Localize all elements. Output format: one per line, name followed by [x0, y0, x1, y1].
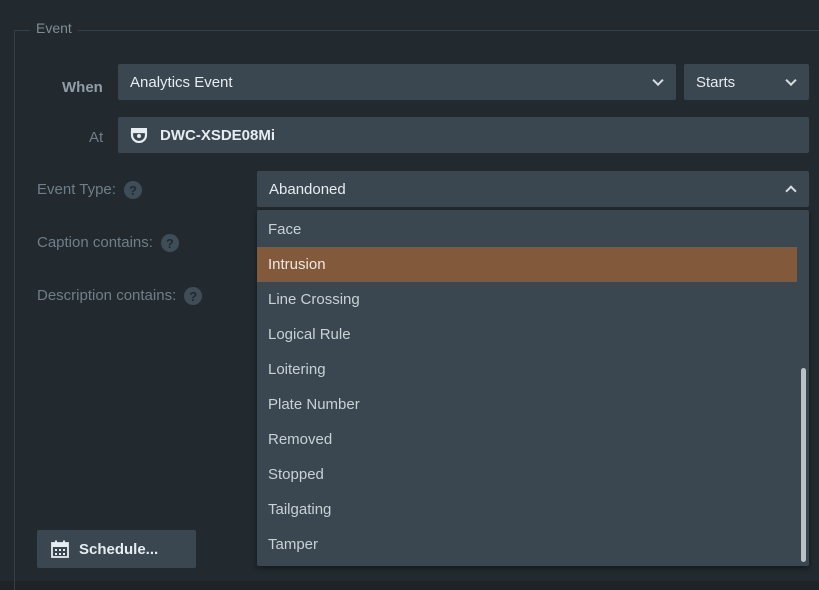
camera-icon — [130, 128, 148, 143]
list-item[interactable]: Removed — [257, 422, 797, 457]
list-item[interactable]: Tailgating — [257, 492, 797, 527]
starts-value: Starts — [696, 73, 736, 91]
device-field[interactable]: DWC-XSDE08Mi — [118, 117, 809, 153]
list-item[interactable]: Face — [257, 212, 797, 247]
list-item[interactable]: Tamper — [257, 527, 797, 562]
chevron-down-icon — [785, 74, 797, 87]
schedule-label: Schedule... — [79, 540, 159, 558]
group-title: Event — [30, 20, 78, 36]
description-label: Description contains: — [37, 287, 177, 304]
list-item[interactable]: Plate Number — [257, 387, 797, 422]
help-icon[interactable]: ? — [160, 234, 179, 253]
when-select[interactable]: Analytics Event — [118, 64, 676, 100]
event-type-value: Abandoned — [269, 180, 346, 198]
at-label: At — [89, 129, 104, 146]
chevron-up-icon — [785, 185, 797, 197]
list-item[interactable]: Loitering — [257, 352, 797, 387]
chevron-down-icon — [652, 74, 664, 87]
list-item-selected[interactable]: Intrusion — [257, 247, 797, 282]
event-type-label: Event Type: — [37, 181, 116, 198]
when-label: When — [62, 79, 103, 96]
event-type-dropdown[interactable]: Face Intrusion Line Crossing Logical Rul… — [257, 210, 809, 566]
event-type-select[interactable]: Abandoned — [257, 171, 809, 207]
calendar-icon — [51, 540, 69, 558]
caption-label: Caption contains: — [37, 234, 153, 251]
starts-select[interactable]: Starts — [684, 64, 809, 100]
device-name: DWC-XSDE08Mi — [160, 126, 276, 144]
when-value: Analytics Event — [130, 73, 233, 91]
event-type-label-row: Event Type:? — [37, 181, 142, 200]
help-icon[interactable]: ? — [184, 287, 203, 306]
list-item[interactable]: Stopped — [257, 457, 797, 492]
schedule-button[interactable]: Schedule... — [37, 530, 196, 568]
caption-label-row: Caption contains:? — [37, 234, 179, 253]
event-panel: Event When Analytics Event Starts At DWC… — [0, 0, 819, 590]
list-item[interactable]: Logical Rule — [257, 317, 797, 352]
list-item[interactable]: Line Crossing — [257, 282, 797, 317]
help-icon[interactable]: ? — [123, 181, 142, 200]
dropdown-scrollbar[interactable] — [801, 368, 806, 562]
description-label-row: Description contains:? — [37, 287, 203, 306]
